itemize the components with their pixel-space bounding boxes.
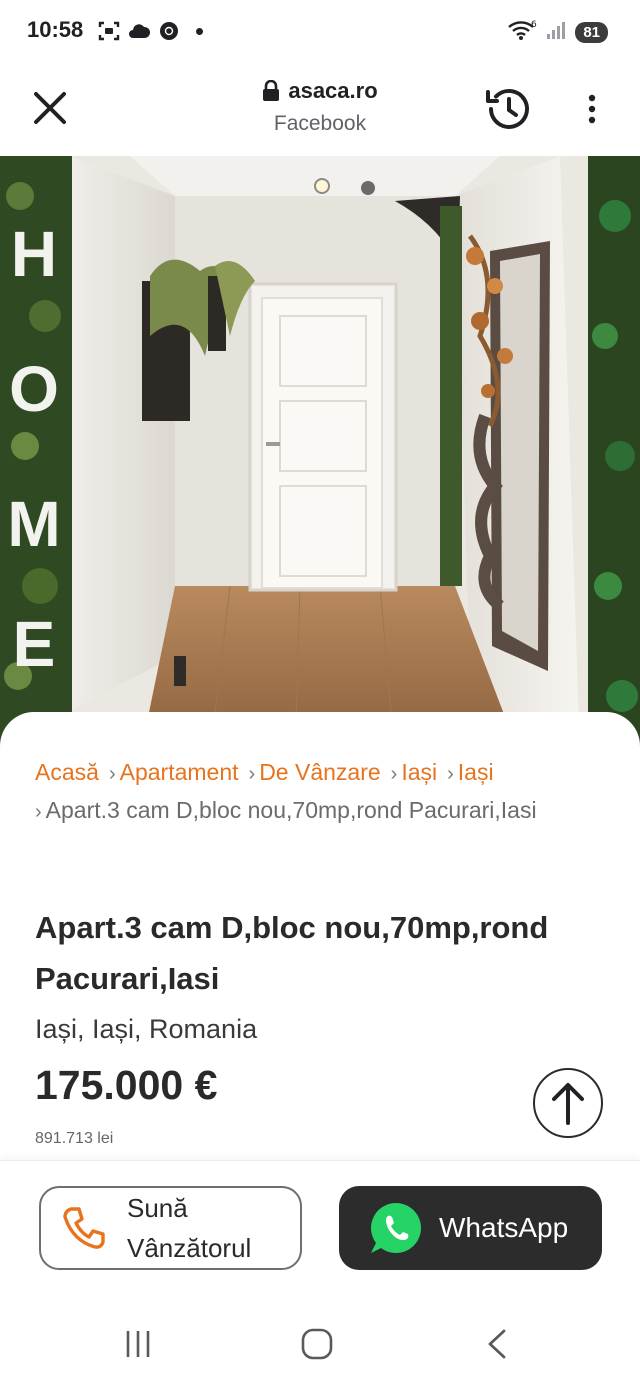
home-icon bbox=[301, 1328, 333, 1360]
status-system-icons: 6 81 bbox=[507, 19, 608, 46]
contact-action-bar: Sună Vânzătorul WhatsApp bbox=[0, 1160, 640, 1300]
url-subtitle: Facebook bbox=[273, 112, 367, 135]
breadcrumb-current: Apart.3 cam D,bloc nou,70mp,rond Pacurar… bbox=[45, 797, 537, 823]
cloud-icon bbox=[128, 20, 150, 42]
recent-apps-icon bbox=[126, 1331, 150, 1357]
status-time: 10:58 bbox=[27, 17, 84, 42]
breadcrumb-separator: › bbox=[248, 763, 256, 785]
history-icon bbox=[486, 88, 529, 129]
listing-price: 175.000 € bbox=[35, 1062, 218, 1108]
wall-letter-o: O bbox=[9, 353, 59, 425]
listing-details-card: Acasă › Apartament › De Vânzare › Iași › Iași › A… bbox=[0, 712, 640, 1172]
url-bar[interactable]: asaca.ro Facebook bbox=[180, 78, 460, 136]
listing-title: Apart.3 cam D,bloc nou,70mp,rond Pacurar… bbox=[35, 910, 549, 996]
call-seller-label-line1: Sună bbox=[127, 1193, 188, 1223]
status-bar: 10:58 6 81 bbox=[0, 0, 640, 64]
hallway-photo: H O M E bbox=[0, 156, 640, 756]
close-icon bbox=[34, 92, 66, 124]
wifi-icon: 6 bbox=[507, 19, 537, 46]
battery-icon: 81 bbox=[575, 22, 608, 43]
system-navigation-bar bbox=[0, 1300, 640, 1387]
wall-letter-e: E bbox=[13, 608, 56, 680]
call-seller-button[interactable]: Sună Vânzătorul bbox=[39, 1186, 302, 1270]
listing-location: Iași, Iași, Romania bbox=[35, 1014, 258, 1044]
whatsapp-button[interactable]: WhatsApp bbox=[339, 1186, 602, 1270]
url-host: asaca.ro bbox=[288, 78, 378, 103]
wall-letter-m: M bbox=[7, 488, 60, 560]
more-options-button[interactable] bbox=[578, 90, 606, 130]
screenshot-icon bbox=[98, 20, 120, 42]
listing-photo[interactable]: H O M E bbox=[0, 156, 640, 756]
recent-apps-button[interactable] bbox=[118, 1324, 158, 1364]
notification-dot bbox=[196, 27, 203, 35]
breadcrumb-separator: › bbox=[390, 763, 398, 785]
home-button[interactable] bbox=[297, 1324, 337, 1364]
breadcrumb-home[interactable]: Acasă bbox=[35, 759, 99, 785]
lock-icon bbox=[263, 80, 280, 101]
signal-icon bbox=[545, 19, 567, 46]
breadcrumb-separator: › bbox=[108, 763, 116, 785]
svg-text:6: 6 bbox=[531, 20, 537, 30]
wall-letter-h: H bbox=[11, 218, 57, 290]
breadcrumb-separator: › bbox=[447, 763, 454, 785]
breadcrumb-type[interactable]: De Vânzare bbox=[259, 759, 380, 785]
chrome-icon bbox=[158, 20, 180, 42]
status-notification-icons bbox=[98, 20, 203, 42]
arrow-up-icon bbox=[552, 1083, 584, 1125]
close-button[interactable] bbox=[28, 86, 72, 130]
breadcrumb-category[interactable]: Apartament bbox=[120, 759, 239, 785]
breadcrumb-county[interactable]: Iași bbox=[401, 759, 437, 785]
whatsapp-icon bbox=[371, 1203, 421, 1253]
more-vert-icon bbox=[588, 94, 596, 124]
breadcrumb-separator: › bbox=[35, 801, 42, 823]
history-button[interactable] bbox=[484, 84, 534, 134]
back-button[interactable] bbox=[477, 1324, 517, 1364]
phone-icon bbox=[63, 1207, 105, 1249]
call-seller-label-line2: Vânzătorul bbox=[127, 1233, 252, 1263]
call-seller-label: Sună Vânzătorul bbox=[127, 1188, 251, 1268]
custom-tab-toolbar: asaca.ro Facebook bbox=[0, 64, 640, 156]
whatsapp-label: WhatsApp bbox=[439, 1212, 569, 1243]
listing-price-lei: 891.713 lei bbox=[35, 1130, 114, 1147]
scroll-to-top-button[interactable] bbox=[533, 1068, 603, 1138]
back-icon bbox=[488, 1329, 506, 1359]
breadcrumb: Acasă › Apartament › De Vânzare › Iași › Iași › A… bbox=[35, 754, 615, 830]
breadcrumb-city[interactable]: Iași bbox=[458, 759, 494, 785]
